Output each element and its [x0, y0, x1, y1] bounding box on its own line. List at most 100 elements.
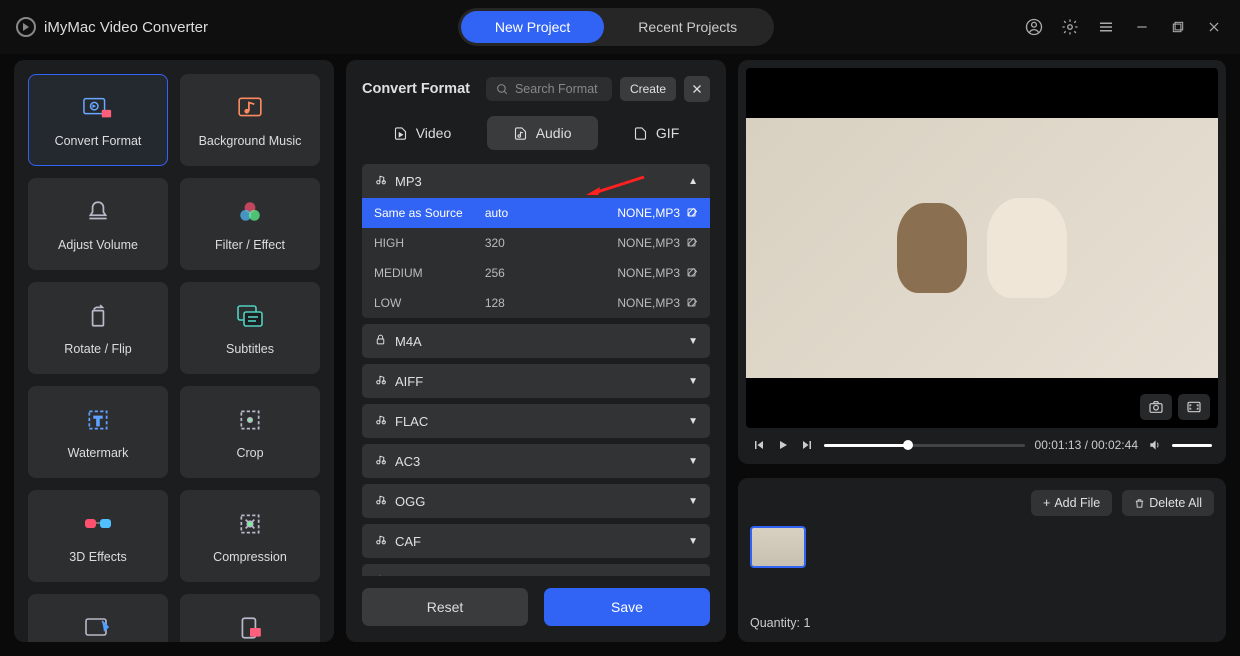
edit-icon[interactable] — [686, 267, 698, 279]
format-header[interactable]: AIFF ▼ — [362, 364, 710, 398]
format-header[interactable]: OGG ▼ — [362, 484, 710, 518]
preset-quality: HIGH — [374, 236, 485, 250]
minimize-icon[interactable] — [1132, 17, 1152, 37]
tool-card-crop[interactable]: Crop — [180, 386, 320, 478]
preset-bitrate: 320 — [485, 236, 570, 250]
app-title: iMyMac Video Converter — [44, 19, 208, 36]
tool-card-compression[interactable]: Compression — [180, 490, 320, 582]
preview-subject — [897, 203, 967, 293]
rotate-icon — [82, 300, 114, 332]
format-type-tabs: Video Audio GIF — [362, 116, 710, 150]
format-header[interactable]: AU ▼ — [362, 564, 710, 576]
tool-card-3d-effects[interactable]: 3D Effects — [28, 490, 168, 582]
format-accordion-aiff: AIFF ▼ — [362, 364, 710, 398]
tab-gif[interactable]: GIF — [607, 116, 705, 150]
volume-icon[interactable] — [1148, 438, 1162, 452]
seek-bar[interactable] — [824, 444, 1025, 447]
convert-format-panel: Convert Format Search Format Create Vide… — [346, 60, 726, 642]
volume-slider[interactable] — [1172, 444, 1212, 447]
format-name: OGG — [395, 494, 425, 509]
menu-icon[interactable] — [1096, 17, 1116, 37]
app-logo-icon — [16, 17, 36, 37]
format-type-icon — [374, 533, 387, 549]
format-header[interactable]: AC3 ▼ — [362, 444, 710, 478]
format-type-icon — [374, 333, 387, 349]
volume-bell-icon — [82, 196, 114, 228]
time-display: 00:01:13 / 00:02:44 — [1035, 438, 1138, 452]
format-header[interactable]: M4A ▼ — [362, 324, 710, 358]
format-name: MP3 — [395, 174, 422, 189]
tool-label: Convert Format — [55, 134, 142, 148]
edit-icon[interactable] — [686, 237, 698, 249]
chevron-down-icon: ▼ — [688, 576, 698, 577]
tool-label: Crop — [236, 446, 263, 460]
format-header[interactable]: FLAC ▼ — [362, 404, 710, 438]
playback-controls: 00:01:13 / 00:02:44 — [746, 428, 1218, 456]
tool-card-convert-format[interactable]: Convert Format — [28, 74, 168, 166]
account-icon[interactable] — [1024, 17, 1044, 37]
preset-codec: NONE,MP3 — [617, 206, 680, 220]
format-name: CAF — [395, 534, 421, 549]
preset-row[interactable]: Same as Source auto NONE,MP3 — [362, 198, 710, 228]
format-accordion-au: AU ▼ — [362, 564, 710, 576]
preset-bitrate: 256 — [485, 266, 570, 280]
tool-card-id3[interactable]: ID3 — [28, 594, 168, 642]
close-panel-button[interactable] — [684, 76, 710, 102]
create-format-button[interactable]: Create — [620, 77, 676, 101]
preview-subject — [987, 198, 1067, 298]
tab-audio[interactable]: Audio — [487, 116, 598, 150]
snapshot-button[interactable] — [1140, 394, 1172, 420]
format-name: AC3 — [395, 454, 420, 469]
preset-quality: MEDIUM — [374, 266, 485, 280]
add-file-button[interactable]: +Add File — [1031, 490, 1112, 516]
tool-card-adjust-volume[interactable]: Adjust Volume — [28, 178, 168, 270]
close-icon[interactable] — [1204, 17, 1224, 37]
format-type-icon — [374, 573, 387, 576]
convert-icon — [82, 92, 114, 124]
tool-card-rotate-flip[interactable]: Rotate / Flip — [28, 282, 168, 374]
chevron-up-icon: ▲ — [688, 176, 698, 187]
format-accordion-ac3: AC3 ▼ — [362, 444, 710, 478]
tool-card-filter-effect[interactable]: Filter / Effect — [180, 178, 320, 270]
play-button[interactable] — [776, 439, 790, 451]
video-viewport[interactable] — [746, 68, 1218, 428]
fullscreen-button[interactable] — [1178, 394, 1210, 420]
maximize-icon[interactable] — [1168, 17, 1188, 37]
color-wheel-icon — [234, 196, 266, 228]
format-accordion-flac: FLAC ▼ — [362, 404, 710, 438]
format-type-icon — [374, 413, 387, 429]
file-thumbnails — [750, 526, 1214, 608]
video-preview-panel: 00:01:13 / 00:02:44 — [738, 60, 1226, 464]
new-project-tab[interactable]: New Project — [461, 11, 604, 43]
next-button[interactable] — [800, 439, 814, 451]
tab-video[interactable]: Video — [367, 116, 478, 150]
search-format-input[interactable]: Search Format — [486, 77, 612, 101]
format-accordion-ogg: OGG ▼ — [362, 484, 710, 518]
reset-button[interactable]: Reset — [362, 588, 528, 626]
format-header[interactable]: CAF ▼ — [362, 524, 710, 558]
tool-card-screenshot[interactable]: Screenshot — [180, 594, 320, 642]
format-header[interactable]: MP3 ▲ — [362, 164, 710, 198]
preset-row[interactable]: MEDIUM 256 NONE,MP3 — [362, 258, 710, 288]
preset-row[interactable]: HIGH 320 NONE,MP3 — [362, 228, 710, 258]
tools-sidebar: Convert Format Background Music Adjust V… — [14, 60, 334, 642]
file-thumb[interactable] — [750, 526, 806, 568]
preset-row[interactable]: LOW 128 NONE,MP3 — [362, 288, 710, 318]
format-type-icon — [374, 493, 387, 509]
tool-card-subtitles[interactable]: Subtitles — [180, 282, 320, 374]
delete-all-button[interactable]: Delete All — [1122, 490, 1214, 516]
save-button[interactable]: Save — [544, 588, 710, 626]
id3-edit-icon — [82, 612, 114, 642]
settings-gear-icon[interactable] — [1060, 17, 1080, 37]
tool-card-background-music[interactable]: Background Music — [180, 74, 320, 166]
preset-codec: NONE,MP3 — [617, 266, 680, 280]
edit-icon[interactable] — [686, 207, 698, 219]
screenshot-icon — [234, 612, 266, 642]
recent-projects-tab[interactable]: Recent Projects — [604, 11, 771, 43]
prev-button[interactable] — [752, 439, 766, 451]
format-name: AU — [395, 574, 413, 577]
preset-quality: Same as Source — [374, 206, 485, 220]
edit-icon[interactable] — [686, 297, 698, 309]
tool-label: Rotate / Flip — [64, 342, 131, 356]
tool-card-watermark[interactable]: T Watermark — [28, 386, 168, 478]
